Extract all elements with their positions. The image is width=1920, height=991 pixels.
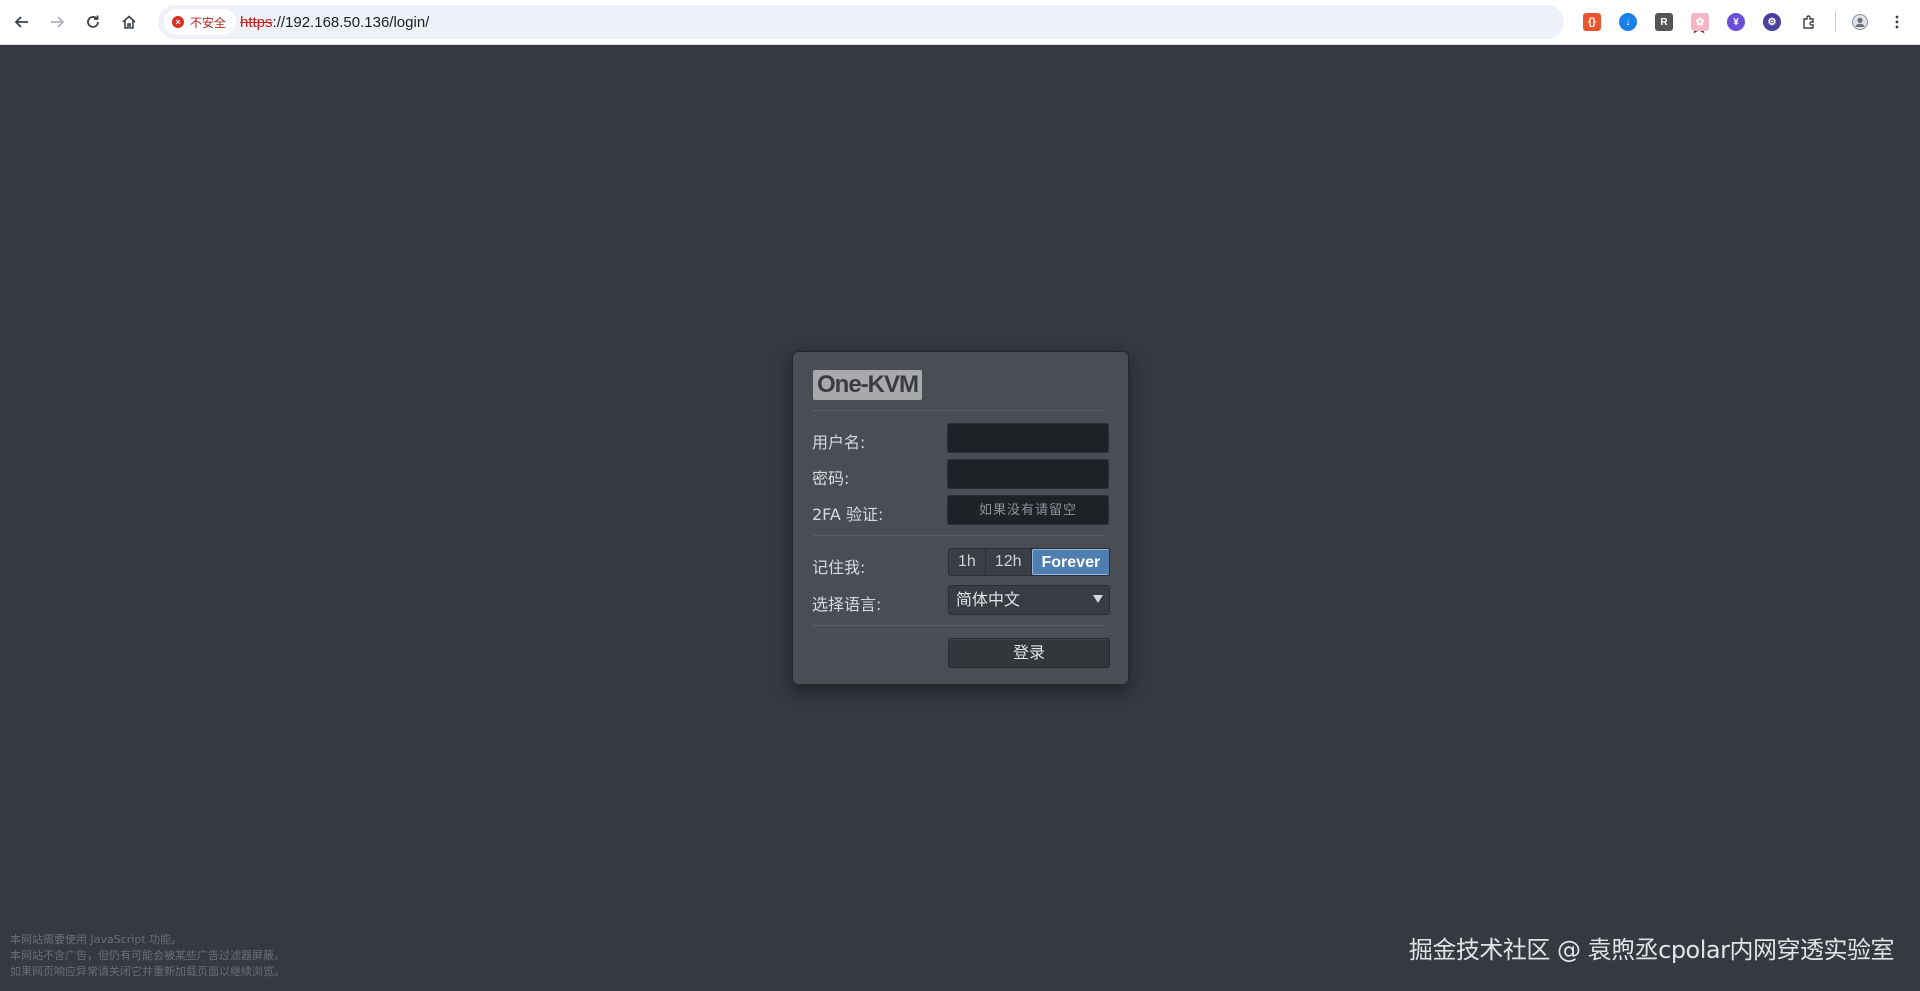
login-button[interactable]: 登录 [948,638,1110,668]
puzzle-icon [1803,15,1814,29]
language-label: 选择语言: [812,595,882,614]
language-value: 简体中文 [956,590,1021,609]
remember-option-12h[interactable]: 12h [985,549,1032,575]
back-button[interactable] [10,10,34,34]
divider [813,625,1105,626]
password-label: 密码: [812,469,850,488]
extensions-button[interactable] [1797,10,1821,34]
r-ext-icon[interactable]: R [1655,13,1673,31]
code-ext-icon[interactable]: {} [1583,13,1601,31]
notice-line: 本网站不含广告，但仍有可能会被某些广告过滤器屏蔽。 [10,949,285,962]
forward-button[interactable] [45,10,69,34]
browser-toolbar: × 不安全 https://192.168.50.136/login/ {} ↓ R… [0,0,1920,45]
one-kvm-logo: One-KVM [813,370,922,400]
divider [813,535,1105,536]
browser-menu-button[interactable] [1885,10,1909,34]
security-chip[interactable]: × 不安全 [164,9,237,35]
remember-option-1h[interactable]: 1h [949,549,986,575]
url-path: ://192.168.50.136/login/ [272,14,430,31]
warning-icon: × [172,16,184,28]
remember-option-forever[interactable]: Forever [1031,549,1110,575]
username-input[interactable] [947,423,1109,453]
arrow-left-icon [14,16,28,28]
notice-line: 本网站需要使用 JavaScript 功能。 [10,933,183,946]
toolbar-divider [1835,12,1836,32]
home-icon [122,15,136,29]
reload-icon [87,15,99,28]
notice-line: 如果网页响应异常请关闭它并重新加载页面以继续浏览。 [10,965,285,978]
bunny-ext-icon[interactable]: ✿ [1691,13,1709,31]
remember-label: 记住我: [812,558,866,577]
download-ext-icon[interactable]: ↓ [1619,13,1637,31]
gear-ext-icon[interactable]: ⚙ [1763,13,1781,31]
reload-button[interactable] [81,10,105,34]
security-label: 不安全 [190,15,227,30]
twofa-label: 2FA 验证: [812,505,884,524]
twofa-input[interactable] [947,495,1109,525]
noscript-notice: 本网站需要使用 JavaScript 功能。本网站不含广告，但仍有可能会被某些广… [10,932,285,980]
home-button[interactable] [117,10,141,34]
language-select[interactable]: 简体中文 [948,585,1110,615]
profile-button[interactable] [1848,10,1872,34]
address-bar[interactable]: × 不安全 https://192.168.50.136/login/ [158,5,1708,39]
more-vert-icon [1895,15,1899,29]
divider [813,410,1105,411]
url-text[interactable]: https://192.168.50.136/login/ [240,14,429,31]
avatar-icon [1852,14,1868,30]
login-dialog: One-KVM 用户名: 密码: 2FA 验证: 记住我: 1h12hForev… [792,351,1129,685]
url-scheme: https [240,14,273,31]
dropdown-caret-icon [1093,595,1103,603]
purple-ext-icon[interactable]: ¥ [1727,13,1745,31]
remember-duration-selector: 1h 12h Forever [948,548,1111,576]
arrow-right-icon [51,16,65,28]
username-label: 用户名: [812,433,866,452]
password-input[interactable] [947,459,1109,489]
watermark: 掘金技术社区 @ 袁煦丞cpolar内网穿透实验室 [1408,936,1895,964]
